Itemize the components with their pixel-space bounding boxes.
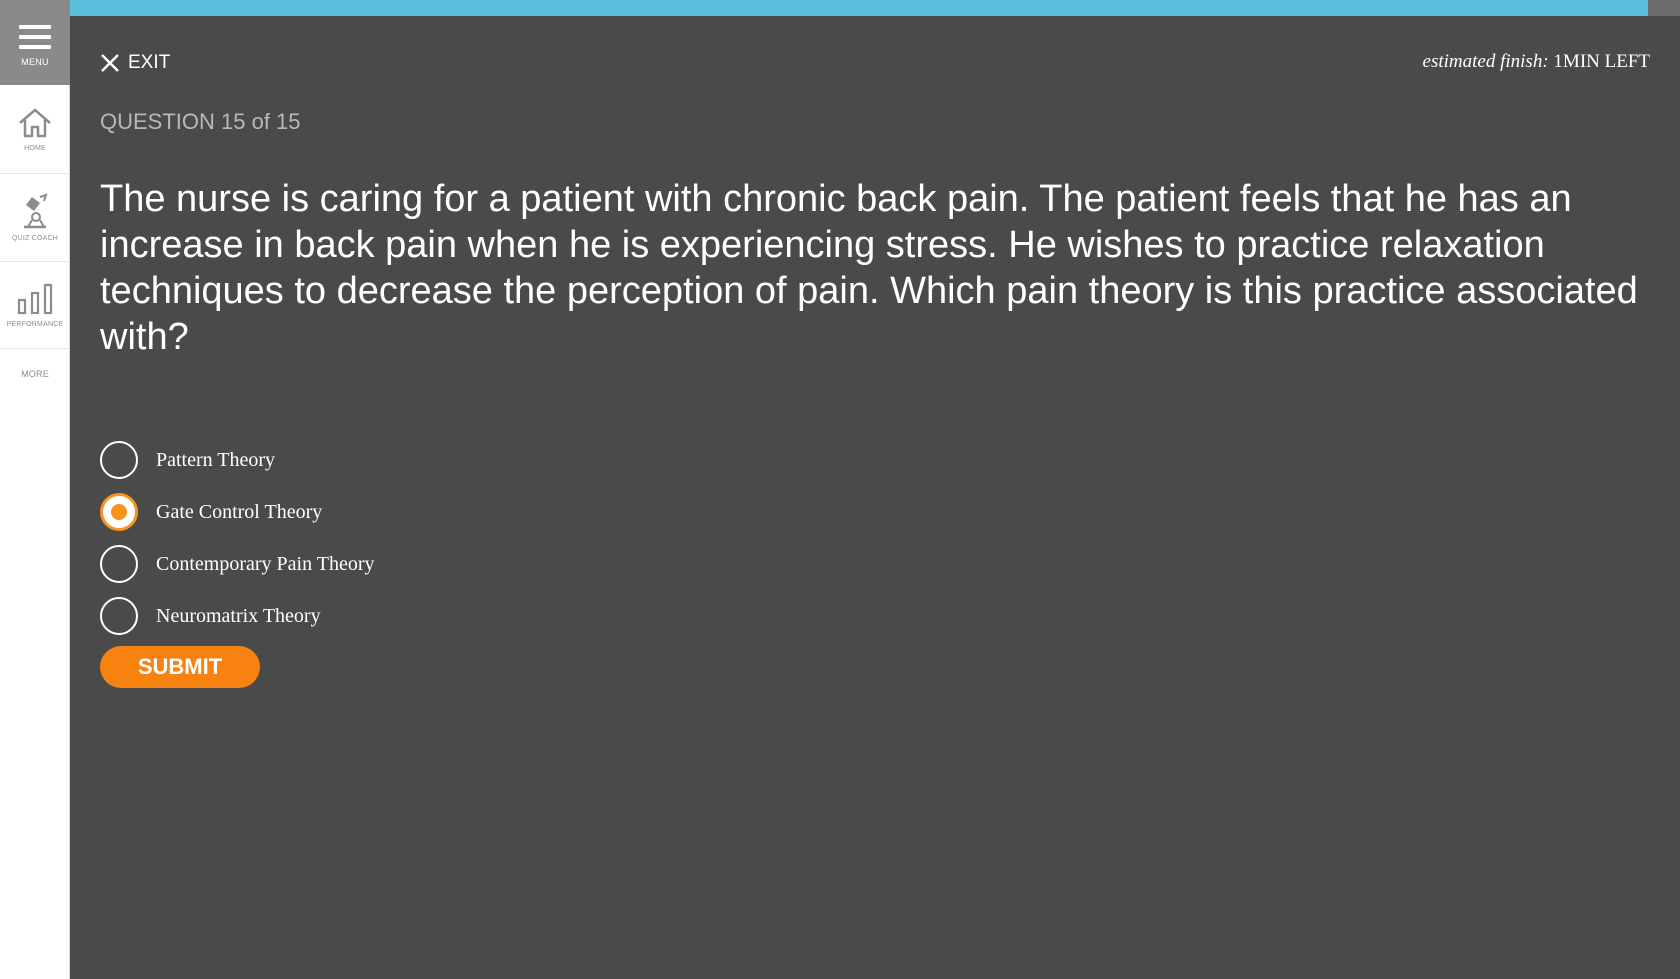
- radio-button[interactable]: [100, 493, 138, 531]
- radio-button[interactable]: [100, 597, 138, 635]
- question-text: The nurse is caring for a patient with c…: [100, 178, 1638, 358]
- answer-option[interactable]: Neuromatrix Theory: [100, 590, 374, 642]
- progress-bar: [70, 0, 1680, 16]
- estimated-finish: estimated finish: 1MIN LEFT: [1423, 51, 1650, 73]
- exit-label: EXIT: [128, 52, 171, 73]
- quiz-coach-icon: [24, 193, 48, 229]
- home-icon: [19, 108, 51, 137]
- quiz-main: EXIT estimated finish: 1MIN LEFT QUESTIO…: [70, 16, 1680, 979]
- sidebar-item-label: PERFORMANCE: [6, 320, 64, 328]
- question-counter: QUESTION 15 of 15: [100, 109, 301, 134]
- progress-fill: [70, 0, 1648, 16]
- submit-button[interactable]: SUBMIT: [100, 646, 260, 688]
- option-label: Gate Control Theory: [156, 500, 323, 523]
- option-label: Pattern Theory: [156, 448, 276, 471]
- sidebar-item-performance[interactable]: PERFORMANCE: [0, 262, 70, 349]
- answer-option[interactable]: Pattern Theory: [100, 434, 374, 486]
- answer-option[interactable]: Contemporary Pain Theory: [100, 538, 374, 590]
- sidebar-item-label: HOME: [24, 144, 46, 152]
- answer-options: Pattern Theory Gate Control Theory Conte…: [100, 434, 374, 688]
- estimate-label: estimated finish:: [1422, 51, 1549, 72]
- menu-button[interactable]: MENU: [0, 0, 70, 85]
- close-icon: [101, 54, 119, 72]
- sidebar: MENU HOME QUIZ COACH PERFORMANCE MORE: [0, 0, 70, 979]
- sidebar-item-more[interactable]: MORE: [0, 349, 70, 399]
- exit-button[interactable]: EXIT: [100, 52, 170, 74]
- sidebar-item-home[interactable]: HOME: [0, 85, 70, 174]
- sidebar-item-label: QUIZ COACH: [12, 235, 58, 242]
- option-label: Neuromatrix Theory: [156, 604, 321, 627]
- hamburger-icon: [19, 24, 51, 49]
- estimate-value: 1MIN LEFT: [1553, 51, 1650, 72]
- option-label: Contemporary Pain Theory: [156, 552, 375, 575]
- answer-option[interactable]: Gate Control Theory: [100, 486, 374, 538]
- menu-label: MENU: [21, 56, 49, 67]
- radio-button[interactable]: [100, 441, 138, 479]
- sidebar-item-label: MORE: [21, 369, 49, 379]
- radio-button[interactable]: [100, 545, 138, 583]
- bar-chart-icon: [17, 283, 53, 314]
- sidebar-item-quiz-coach[interactable]: QUIZ COACH: [0, 174, 70, 262]
